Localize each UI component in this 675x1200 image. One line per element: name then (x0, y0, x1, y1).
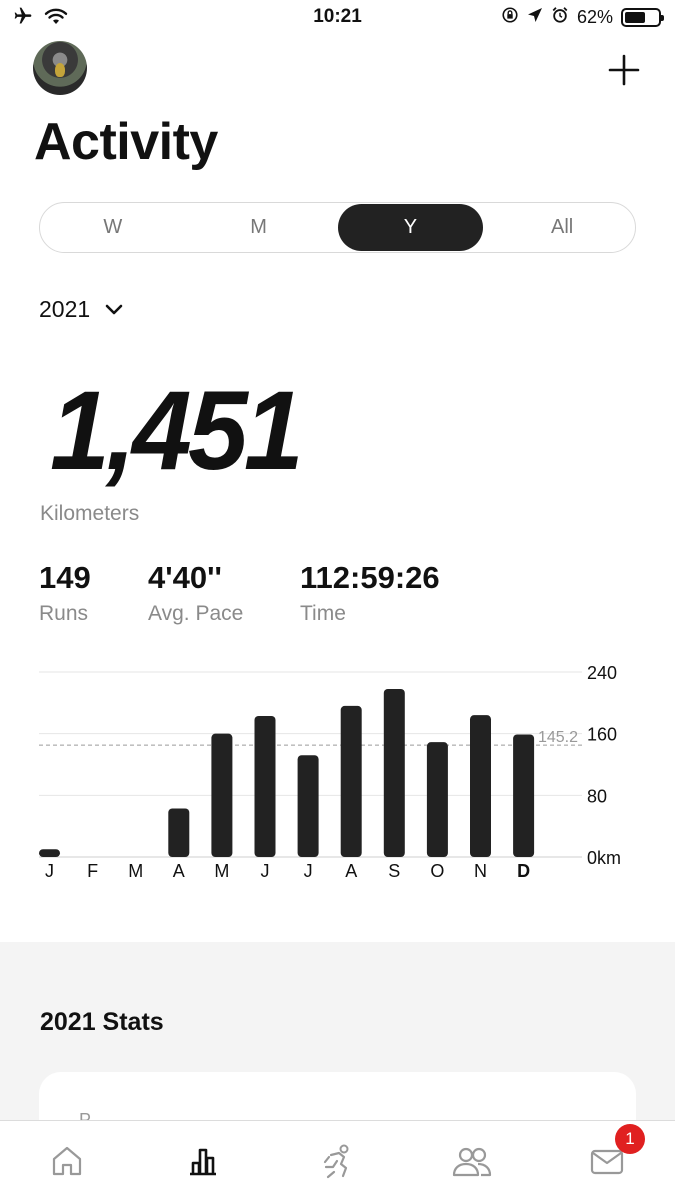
tab-run[interactable] (315, 1139, 359, 1183)
x-tick-label: A (173, 861, 185, 881)
year-value: 2021 (39, 296, 91, 322)
x-tick-label: S (388, 861, 400, 881)
stats-section-title: 2021 Stats (40, 1008, 164, 1036)
chart-bar (340, 705, 362, 857)
chart-bar (426, 742, 448, 857)
year-dropdown[interactable]: 2021 (39, 296, 124, 323)
chart-bar (211, 733, 233, 857)
segment-month[interactable]: M (186, 204, 332, 251)
x-tick-label: N (474, 861, 487, 881)
y-tick-label: 160 (587, 725, 617, 745)
x-tick-label: O (430, 861, 444, 881)
activity-chart-icon (190, 1148, 216, 1176)
chart-bar (297, 755, 319, 857)
stat-time-label: Time (300, 602, 346, 625)
run-icon (323, 1144, 349, 1179)
x-tick-label: M (214, 861, 229, 881)
segment-all[interactable]: All (489, 204, 635, 251)
chart-bar (39, 849, 60, 857)
average-label: 145.2 (538, 729, 578, 746)
stat-runs-label: Runs (39, 602, 89, 625)
stat-avg-pace-value: 4'40'' (148, 560, 222, 595)
x-tick-label: J (45, 861, 54, 881)
avatar[interactable] (33, 41, 87, 95)
avatar-medal (55, 63, 65, 77)
tab-club[interactable] (450, 1139, 494, 1183)
y-tick-label: 80 (587, 786, 607, 806)
x-tick-label: J (304, 861, 313, 881)
club-icon (452, 1147, 492, 1177)
tab-bar (0, 1120, 675, 1200)
y-tick-label: 240 (587, 663, 617, 683)
chart-bar (470, 715, 491, 857)
chart-bar (168, 808, 190, 857)
y-tick-label: 0km (587, 848, 621, 868)
stat-avg-pace-label: Avg. Pace (148, 602, 244, 625)
x-tick-label: A (345, 861, 357, 881)
chart-bar (383, 688, 405, 857)
location-icon (527, 7, 543, 28)
stat-runs: 149 Runs (39, 560, 91, 626)
status-right: 62% (501, 6, 664, 29)
x-tick-label: D (517, 861, 530, 881)
stat-runs-value: 149 (39, 560, 91, 595)
tab-activity[interactable] (181, 1139, 225, 1183)
page-title: Activity (34, 113, 218, 171)
x-tick-label: J (261, 861, 270, 881)
segment-week[interactable]: W (40, 204, 186, 251)
chart-bar (513, 734, 535, 857)
add-activity-button[interactable] (604, 50, 644, 90)
period-segmented-control: W M Y All (39, 202, 636, 253)
status-bar: 10:21 62% (0, 0, 675, 34)
stat-time-value: 112:59:26 (300, 560, 440, 595)
home-icon (52, 1146, 82, 1176)
chevron-down-icon (105, 304, 123, 314)
orientation-lock-icon (501, 6, 519, 29)
monthly-distance-chart: 240 160 80 0km 145.2 J F M A M J J A S O N D (0, 660, 675, 890)
chart-bar (254, 715, 276, 857)
total-distance: 1,451 (50, 368, 304, 493)
stat-time: 112:59:26 Time (300, 560, 440, 626)
x-tick-label: F (87, 861, 98, 881)
battery-percent: 62% (576, 7, 613, 27)
stat-avg-pace: 4'40'' Avg. Pace (148, 560, 243, 626)
alarm-icon (551, 6, 569, 29)
chart-svg: 240 160 80 0km 145.2 J F M A M J J A S O N D (39, 663, 621, 881)
tab-home[interactable] (45, 1139, 89, 1183)
inbox-badge: 1 (615, 1124, 645, 1154)
battery-fill (625, 12, 645, 23)
battery-icon (621, 8, 664, 27)
x-tick-label: M (128, 861, 143, 881)
distance-unit: Kilometers (40, 502, 140, 525)
segment-year[interactable]: Y (337, 204, 484, 251)
plus-icon (608, 54, 640, 86)
